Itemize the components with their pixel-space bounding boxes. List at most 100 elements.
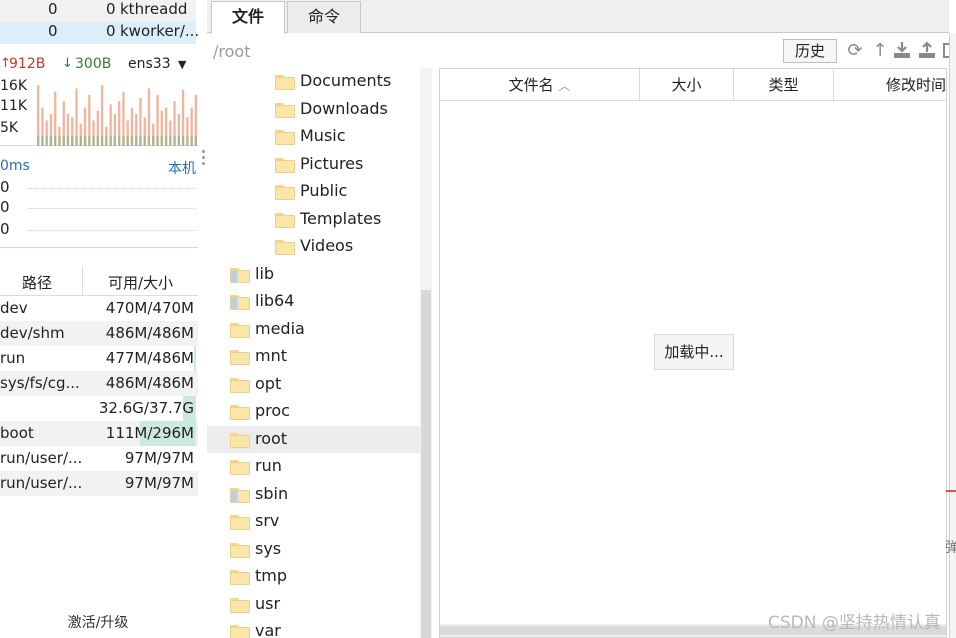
column-header-path[interactable]: 路径 xyxy=(22,272,52,293)
tree-item-videos[interactable]: Videos xyxy=(207,233,421,261)
download-bar xyxy=(118,136,121,146)
column-name[interactable]: 文件名 ︿ xyxy=(440,69,640,101)
tree-item-run[interactable]: run xyxy=(207,453,421,481)
download-bar xyxy=(92,136,95,146)
disk-size: 470M/470M xyxy=(105,299,194,317)
window-edge-top xyxy=(949,0,956,33)
folder-icon xyxy=(230,377,250,393)
disk-row[interactable]: run/user/... 97M/97M xyxy=(0,446,198,471)
process-col1: 0 xyxy=(48,0,58,18)
disk-row[interactable]: sys/fs/cg... 486M/486M xyxy=(0,371,198,396)
download-bar xyxy=(156,136,159,146)
folder-icon xyxy=(230,542,250,558)
network-header: ↑ 912B ↓ 300B ens33 ▼ xyxy=(0,54,200,76)
column-modified[interactable]: 修改时间 xyxy=(834,69,956,101)
tree-item-usr[interactable]: usr xyxy=(207,591,421,619)
tab-commands[interactable]: 命令 xyxy=(287,1,361,33)
y-axis-label: 16K xyxy=(0,78,27,94)
tab-files[interactable]: 文件 xyxy=(211,1,285,34)
interface-select[interactable]: ens33 xyxy=(128,56,171,72)
tree-item-lib[interactable]: lib xyxy=(207,261,421,289)
tree-item-label: root xyxy=(255,428,288,448)
history-button[interactable]: 历史 xyxy=(783,39,837,63)
tree-item-label: opt xyxy=(255,373,282,393)
tree-item-public[interactable]: Public xyxy=(207,178,421,206)
download-bar xyxy=(100,136,104,146)
tree-item-opt[interactable]: opt xyxy=(207,371,421,399)
download-bar xyxy=(54,136,57,146)
edge-text: 弹 xyxy=(945,540,956,556)
upgrade-button[interactable]: 激活/升级 xyxy=(0,612,196,632)
tree-item-music[interactable]: Music xyxy=(207,123,421,151)
grid-line xyxy=(28,188,196,189)
latency-panel: 0ms 本机 0 0 0 xyxy=(0,150,198,248)
tree-item-sys[interactable]: sys xyxy=(207,536,421,564)
tree-item-templates[interactable]: Templates xyxy=(207,206,421,234)
column-header-size[interactable]: 可用/大小 xyxy=(108,272,173,293)
download-bar xyxy=(109,136,112,146)
disk-size: 97M/97M xyxy=(124,474,194,492)
tree-item-label: mnt xyxy=(255,346,287,365)
disk-size: 486M/486M xyxy=(105,324,194,342)
tree-item-label: Documents xyxy=(300,71,392,90)
tree-item-lib64[interactable]: lib64 xyxy=(207,288,421,316)
download-bar xyxy=(186,136,189,146)
process-row[interactable]: 0 0 kthreadd xyxy=(0,0,196,22)
tree-item-var[interactable]: var xyxy=(207,618,421,638)
disk-row[interactable]: boot 111M/296M xyxy=(0,421,198,446)
download-bar xyxy=(88,136,91,146)
folder-icon xyxy=(275,130,295,145)
tree-item-downloads[interactable]: Downloads xyxy=(207,96,421,124)
process-col2: 0 xyxy=(106,22,116,40)
tree-item-srv[interactable]: srv xyxy=(207,508,421,536)
tree-item-documents[interactable]: Documents xyxy=(207,68,421,96)
file-manager: 文件 命令 历史 ⟳ ↑ Documents Downloads Music Pict… xyxy=(207,0,951,638)
arrow-down-icon: ↓ xyxy=(62,56,73,71)
refresh-icon[interactable]: ⟳ xyxy=(845,41,865,61)
tree-item-pictures[interactable]: Pictures xyxy=(207,151,421,179)
download-bar xyxy=(147,136,151,146)
tree-item-proc[interactable]: proc xyxy=(207,398,421,426)
folder-icon xyxy=(275,240,295,255)
download-bar xyxy=(49,136,53,146)
download-icon[interactable] xyxy=(892,41,912,61)
path-input[interactable] xyxy=(213,40,783,62)
tree-item-label: proc xyxy=(255,401,290,420)
tree-item-label: lib64 xyxy=(255,291,295,310)
folder-icon xyxy=(230,432,250,448)
column-name-label: 文件名 xyxy=(508,76,554,94)
disk-row[interactable]: dev 470M/470M xyxy=(0,296,198,321)
tree-item-tmp[interactable]: tmp xyxy=(207,563,421,591)
disk-row[interactable]: dev/shm 486M/486M xyxy=(0,321,198,346)
disk-row[interactable]: run 477M/486M xyxy=(0,346,198,371)
disk-row[interactable]: run/user/... 97M/97M xyxy=(0,471,198,496)
upload-icon[interactable] xyxy=(917,41,937,61)
disk-path: dev/shm xyxy=(0,324,65,342)
tree-scrollbar[interactable] xyxy=(420,68,432,638)
caret-down-icon[interactable]: ▼ xyxy=(178,58,186,71)
folder-icon xyxy=(230,487,250,503)
splitter-handle[interactable] xyxy=(202,150,206,168)
tree-item-mnt[interactable]: mnt xyxy=(207,343,421,371)
disk-size: 111M/296M xyxy=(105,424,194,442)
disk-path: run xyxy=(0,349,26,367)
download-bar xyxy=(181,136,185,146)
tree-item-label: run xyxy=(255,456,282,475)
download-bar xyxy=(139,136,142,146)
tree-item-root[interactable]: root xyxy=(207,425,421,453)
tree-item-label: lib xyxy=(255,263,275,283)
y-axis-label: 5K xyxy=(0,120,19,136)
latency-host[interactable]: 本机 xyxy=(168,158,196,178)
process-name: kworker/... xyxy=(120,22,200,40)
column-size[interactable]: 大小 xyxy=(640,69,734,101)
scrollbar-thumb[interactable] xyxy=(421,290,431,638)
tree-item-sbin[interactable]: sbin xyxy=(207,481,421,509)
column-type[interactable]: 类型 xyxy=(734,69,834,101)
folder-icon xyxy=(230,460,250,475)
disk-row[interactable]: 32.6G/37.7G xyxy=(0,396,198,421)
process-row[interactable]: 0 0 kworker/... xyxy=(0,22,200,44)
download-bar xyxy=(126,136,129,146)
up-directory-icon[interactable]: ↑ xyxy=(870,41,890,61)
folder-icon xyxy=(230,405,250,420)
tree-item-media[interactable]: media xyxy=(207,316,421,344)
